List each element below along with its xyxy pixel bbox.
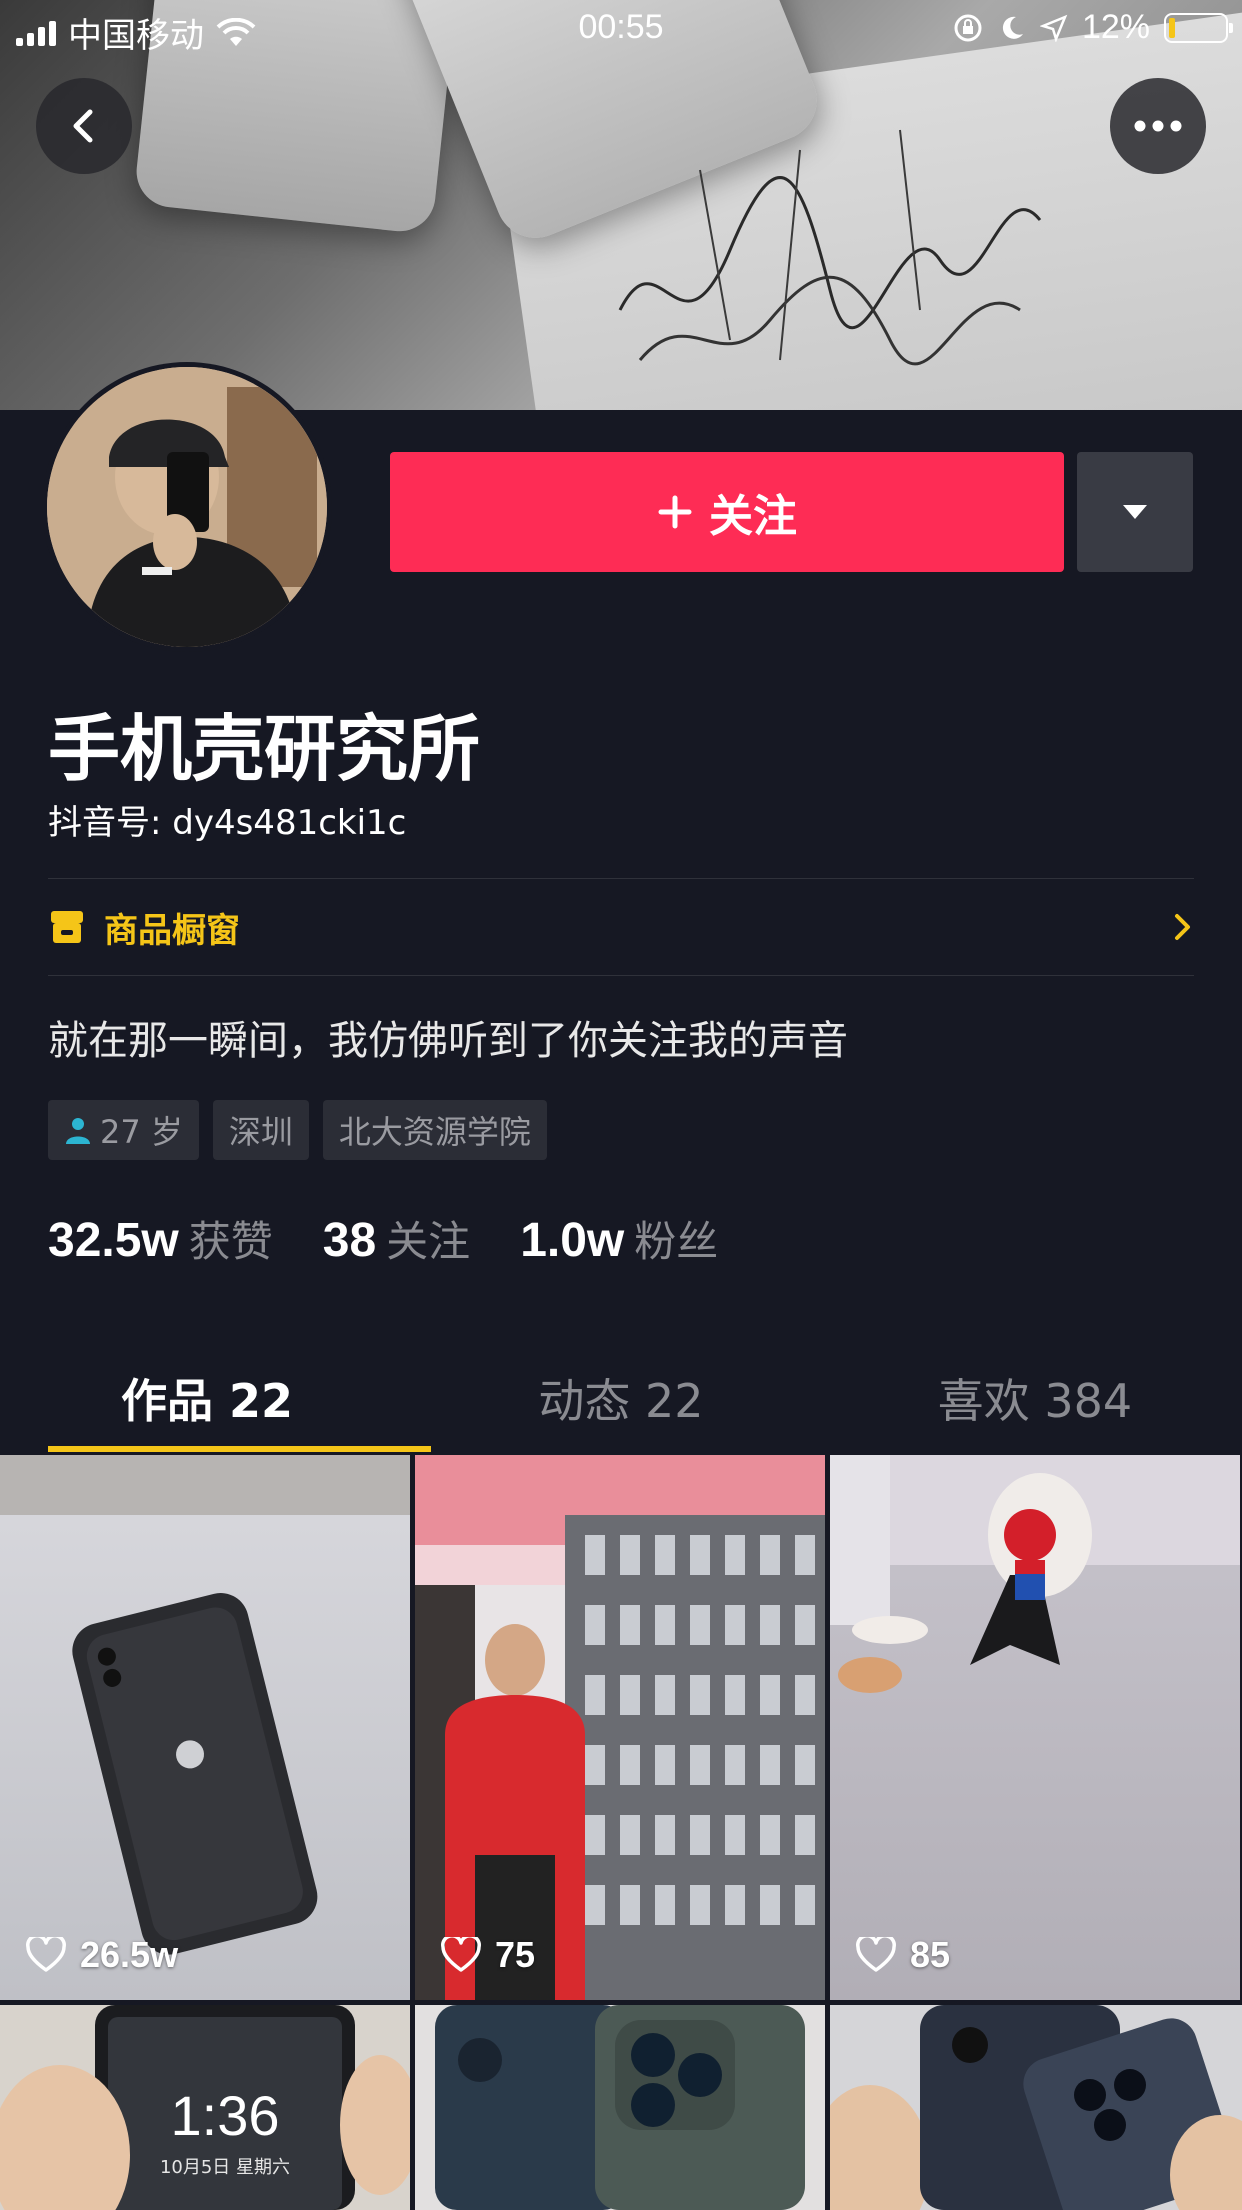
shop-window-label: 商品橱窗 (104, 910, 240, 951)
video-thumbnail[interactable]: 26.5w (0, 1455, 410, 2000)
video-like-count: 85 (910, 1934, 951, 1975)
video-thumbnail[interactable]: 1:36 10月5日 星期六 (0, 2005, 410, 2210)
tag-school: 北大资源学院 (322, 1100, 547, 1160)
follow-label: 关注 (709, 491, 797, 542)
video-cover-image (435, 2005, 805, 2210)
video-cover-image (830, 2005, 1242, 2210)
follow-button[interactable]: 关注 (390, 452, 1064, 572)
rotation-lock-icon (954, 14, 982, 41)
back-button[interactable] (36, 78, 132, 174)
user-icon (66, 1118, 90, 1144)
more-horizontal-icon (1134, 120, 1182, 132)
stat-followers[interactable]: 1.0w 粉丝 (520, 1208, 718, 1269)
chevron-right-icon (1175, 914, 1190, 940)
location-arrow-icon (1039, 14, 1068, 42)
status-bar: 中国移动 00:55 12% (0, 0, 1242, 60)
stat-following[interactable]: 38 关注 (323, 1208, 470, 1269)
battery-percent: 12% (1081, 8, 1150, 46)
battery-icon (1164, 12, 1233, 43)
stat-label: 关注 (386, 1217, 471, 1266)
stat-likes[interactable]: 32.5w 获赞 (48, 1208, 273, 1269)
video-likes: 75 (441, 1934, 535, 1976)
avatar-ring (42, 362, 332, 652)
lock-screen-time: 1:36 (171, 2084, 280, 2147)
content-tabs: 作品 22 动态 22 喜欢 384 (0, 1340, 1242, 1455)
video-likes: 85 (856, 1934, 950, 1976)
heart-icon (26, 1937, 66, 1972)
shop-window-row[interactable]: 商品橱窗 (48, 880, 1194, 974)
video-like-count: 26.5w (80, 1934, 179, 1975)
divider (48, 975, 1194, 976)
caret-down-icon (1123, 505, 1147, 519)
stat-value: 38 (322, 1214, 377, 1267)
avatar-photo (47, 367, 327, 647)
tag-label: 27 岁 (100, 1113, 183, 1151)
cover-handwriting (618, 129, 1042, 366)
heart-icon (856, 1937, 896, 1972)
tab-works[interactable]: 作品 22 (0, 1340, 414, 1455)
recommend-dropdown-button[interactable] (1077, 452, 1193, 572)
avatar[interactable] (47, 367, 327, 647)
tag-label: 北大资源学院 (338, 1113, 531, 1151)
tag-age: 27 岁 (48, 1100, 199, 1160)
chevron-left-icon (73, 109, 93, 143)
tag-location: 深圳 (212, 1100, 309, 1160)
profile-bio: 就在那一瞬间，我仿佛听到了你关注我的声音 (48, 1018, 848, 1064)
video-likes: 26.5w (26, 1934, 178, 1976)
video-thumbnail[interactable] (415, 2005, 825, 2210)
video-cover-image: 1:36 10月5日 星期六 (0, 2005, 410, 2210)
video-cover-image (830, 1455, 1240, 1693)
moon-icon (1002, 16, 1023, 39)
profile-stats: 32.5w 获赞 38 关注 1.0w 粉丝 (48, 1208, 768, 1269)
video-cover-image (0, 1455, 410, 1955)
stat-value: 32.5w (48, 1214, 179, 1267)
profile-cover-image (0, 0, 1242, 410)
divider (48, 878, 1194, 879)
tab-moments[interactable]: 动态 22 (414, 1340, 828, 1455)
video-thumbnail[interactable]: 85 (830, 1455, 1240, 2000)
video-thumbnail[interactable] (830, 2005, 1242, 2210)
stat-label: 粉丝 (634, 1217, 719, 1266)
shop-icon (51, 911, 83, 943)
video-like-count: 75 (495, 1934, 536, 1975)
video-thumbnail[interactable]: 75 (415, 1455, 825, 2000)
profile-tags: 27 岁 深圳 北大资源学院 (48, 1100, 547, 1160)
douyin-id[interactable]: 抖音号: dy4s481cki1c (48, 795, 406, 844)
more-options-button[interactable] (1110, 78, 1206, 174)
plus-icon (658, 495, 692, 529)
video-grid: 26.5w 75 85 1:36 10月5日 星期六 (0, 1455, 1242, 2210)
active-tab-indicator (48, 1446, 431, 1452)
tag-label: 深圳 (228, 1113, 293, 1151)
profile-name: 手机壳研究所 (48, 707, 481, 791)
video-cover-image (415, 1455, 825, 2000)
heart-icon (441, 1937, 481, 1972)
stat-value: 1.0w (520, 1214, 625, 1267)
lock-screen-date: 10月5日 星期六 (160, 2157, 290, 2178)
tab-likes[interactable]: 喜欢 384 (828, 1340, 1242, 1455)
stat-label: 获赞 (188, 1217, 273, 1266)
